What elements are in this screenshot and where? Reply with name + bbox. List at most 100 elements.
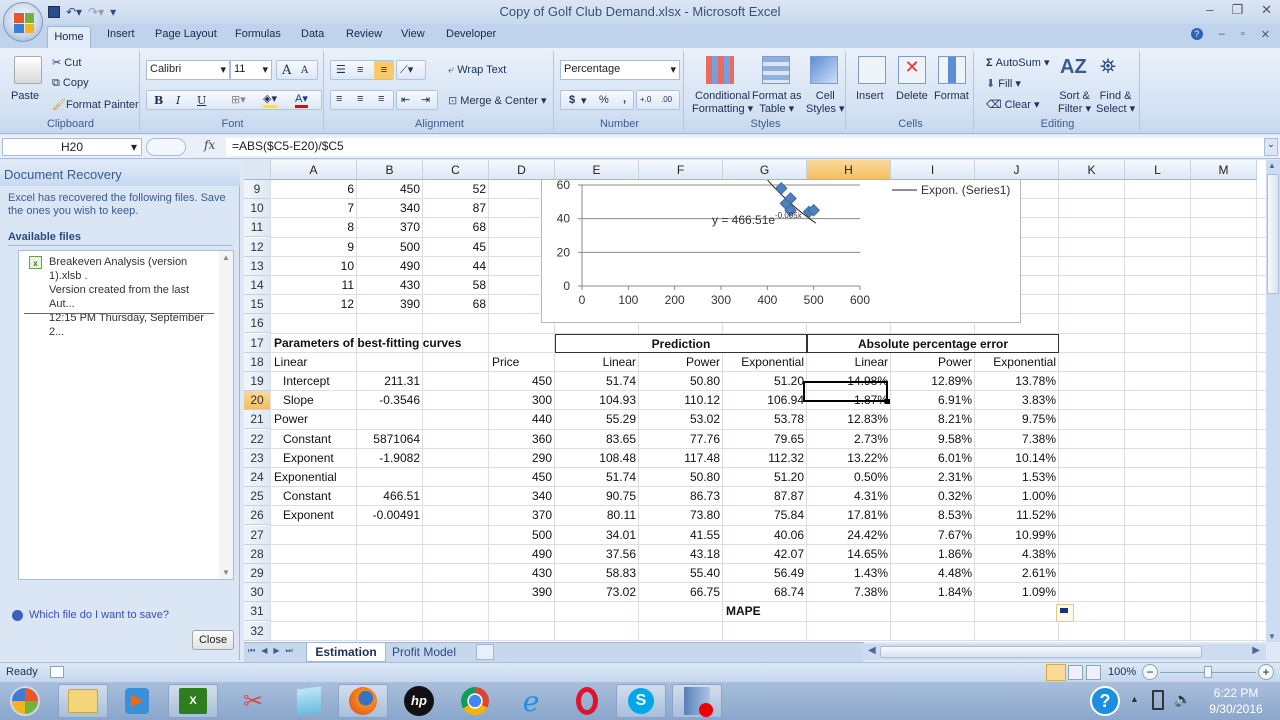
prediction-cell[interactable]: 77.76 (639, 430, 723, 449)
row-header-30[interactable]: 30 (244, 583, 271, 603)
increase-decimal-button[interactable]: +.0 (640, 95, 651, 104)
error-cell[interactable]: 6.91% (891, 391, 975, 410)
zoom-out-button[interactable]: − (1142, 664, 1158, 680)
row-header-17[interactable]: 17 (244, 333, 271, 353)
macro-record-icon[interactable] (50, 666, 64, 678)
prediction-cell[interactable]: 56.49 (723, 564, 807, 583)
column-header-k[interactable]: K (1059, 160, 1125, 180)
prediction-cell[interactable]: 43.18 (639, 545, 723, 564)
prediction-cell[interactable]: 112.32 (723, 449, 807, 468)
price-cell[interactable]: 450 (489, 468, 555, 487)
select-all-corner[interactable] (244, 160, 271, 180)
prediction-cell[interactable]: 68.74 (723, 583, 807, 602)
taskbar-video-recorder[interactable] (672, 684, 722, 718)
taskbar-file-explorer[interactable] (58, 684, 108, 718)
param-label[interactable]: Exponential (271, 468, 357, 487)
row-header-9[interactable]: 9 (244, 180, 271, 199)
error-cell[interactable]: 14.65% (807, 545, 891, 564)
format-cells-button[interactable]: Format (934, 90, 969, 102)
param-label[interactable]: Exponent (271, 449, 357, 468)
wrap-text-button[interactable]: ⤶ Wrap Text (448, 64, 506, 77)
error-cell[interactable]: 11.52% (975, 506, 1059, 525)
start-button[interactable] (0, 684, 50, 718)
error-cell[interactable]: 17.81% (807, 506, 891, 525)
price-cell[interactable]: 390 (489, 583, 555, 602)
vertical-scrollbar[interactable]: ▲ ▼ (1266, 160, 1280, 642)
price-cell[interactable]: 300 (489, 391, 555, 410)
insert-cells-button[interactable]: Insert (856, 90, 884, 102)
row-header-20[interactable]: 20 (244, 391, 271, 411)
align-middle-icon[interactable]: ≡ (357, 64, 363, 76)
error-cell[interactable]: 8.21% (891, 410, 975, 429)
error-cell[interactable]: 7.38% (975, 430, 1059, 449)
error-cell[interactable]: 7.67% (891, 526, 975, 545)
prediction-cell[interactable]: 87.87 (723, 487, 807, 506)
prediction-cell[interactable]: 58.83 (555, 564, 639, 583)
row-header-22[interactable]: 22 (244, 429, 271, 449)
zoom-level[interactable]: 100% (1108, 666, 1136, 678)
cell-styles-button[interactable]: Cell Styles ▾ (806, 90, 845, 116)
error-cell[interactable]: 13.78% (975, 372, 1059, 391)
sheet-tab-estimation[interactable]: Estimation (306, 643, 386, 662)
data-cell[interactable]: 450 (357, 180, 423, 199)
prediction-cell[interactable]: 51.20 (723, 468, 807, 487)
tab-developer[interactable]: Developer (446, 28, 496, 40)
comma-button[interactable]: , (623, 93, 626, 105)
prediction-cell[interactable]: 51.74 (555, 468, 639, 487)
row-header-18[interactable]: 18 (244, 352, 271, 372)
price-cell[interactable]: 440 (489, 410, 555, 429)
data-cell[interactable]: 490 (357, 257, 423, 276)
sheet-tab-profit-model[interactable]: Profit Model (392, 645, 456, 659)
data-cell[interactable]: 500 (357, 238, 423, 257)
minimize-workbook-button[interactable]: – (1219, 28, 1225, 41)
row-header-26[interactable]: 26 (244, 506, 271, 526)
price-cell[interactable]: 290 (489, 449, 555, 468)
prediction-col-header[interactable]: Linear (555, 353, 639, 372)
prediction-col-header[interactable]: Power (639, 353, 723, 372)
number-format-select[interactable]: Percentage ▾ (560, 60, 680, 80)
error-cell[interactable]: 12.89% (891, 372, 975, 391)
prediction-col-header[interactable]: Exponential (723, 353, 807, 372)
grow-font-button[interactable]: A (282, 63, 291, 78)
error-cell[interactable]: 4.31% (807, 487, 891, 506)
format-as-table-button[interactable]: Format as Table ▾ (752, 90, 802, 116)
error-cell[interactable]: 1.53% (975, 468, 1059, 487)
prediction-cell[interactable]: 80.11 (555, 506, 639, 525)
tab-view[interactable]: View (401, 28, 425, 40)
prediction-cell[interactable]: 90.75 (555, 487, 639, 506)
data-cell[interactable]: 44 (423, 257, 489, 276)
prediction-cell[interactable]: 51.20 (723, 372, 807, 391)
taskbar-notepad[interactable] (284, 684, 334, 718)
align-left-icon[interactable]: ≡ (336, 93, 342, 105)
auto-fill-options-icon[interactable] (1056, 604, 1074, 622)
horizontal-scroll-thumb[interactable] (880, 646, 1202, 658)
error-cell[interactable]: 10.14% (975, 449, 1059, 468)
row-header-31[interactable]: 31 (244, 602, 271, 622)
param-label[interactable]: Constant (271, 430, 357, 449)
error-cell[interactable]: 4.38% (975, 545, 1059, 564)
error-cell[interactable]: 8.53% (891, 506, 975, 525)
spreadsheet-grid[interactable]: ABCDEFGHIJKLM 9 10 11 12 13 14 15 16 17 18 19 20 21 2… (244, 160, 1266, 642)
data-cell[interactable]: 11 (271, 276, 357, 295)
fill-color-icon[interactable]: ◈▾ (263, 92, 277, 108)
row-header-12[interactable]: 12 (244, 237, 271, 257)
prediction-cell[interactable]: 79.65 (723, 430, 807, 449)
tab-data[interactable]: Data (301, 28, 324, 40)
align-top-icon[interactable]: ☰ (336, 63, 346, 76)
param-value[interactable]: 466.51 (357, 487, 423, 506)
help-support-icon[interactable]: ? (1090, 686, 1120, 716)
price-cell[interactable]: 500 (489, 526, 555, 545)
error-cell[interactable]: 7.38% (807, 583, 891, 602)
row-header-25[interactable]: 25 (244, 487, 271, 507)
param-value[interactable]: 211.31 (357, 372, 423, 391)
param-value[interactable]: -0.3546 (357, 391, 423, 410)
name-box[interactable]: H20 ▾ (2, 138, 142, 156)
param-label[interactable]: Intercept (271, 372, 357, 391)
prediction-cell[interactable]: 86.73 (639, 487, 723, 506)
row-header-28[interactable]: 28 (244, 544, 271, 564)
prediction-cell[interactable]: 51.74 (555, 372, 639, 391)
data-cell[interactable]: 12 (271, 295, 357, 314)
formula-cancel-enter[interactable] (146, 138, 186, 156)
row-header-23[interactable]: 23 (244, 448, 271, 468)
taskbar-snipping-tool[interactable]: ✂ (228, 684, 278, 718)
